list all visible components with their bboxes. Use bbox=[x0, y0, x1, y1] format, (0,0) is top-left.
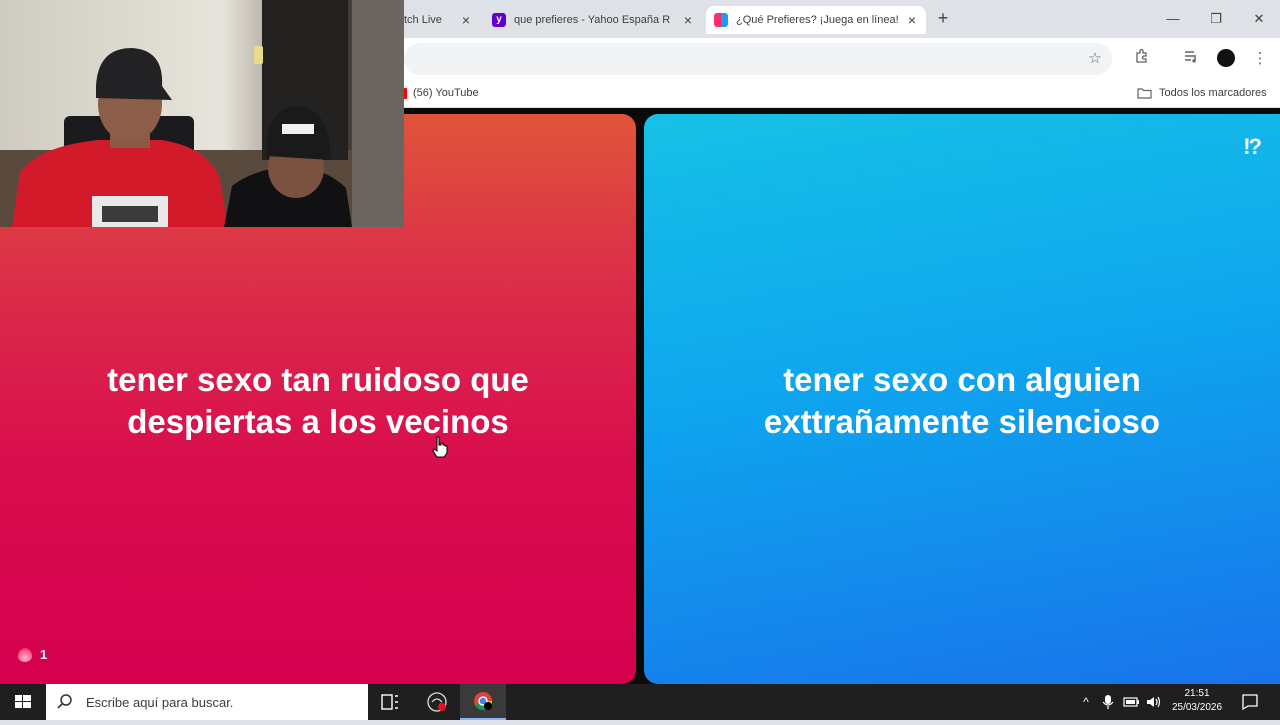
clock-date: 25/03/2026 bbox=[1171, 702, 1223, 713]
all-bookmarks-link[interactable]: Todos los marcadores bbox=[1159, 87, 1267, 99]
minimize-button[interactable]: — bbox=[1158, 8, 1188, 30]
taskbar-search-placeholder: Escribe aquí para buscar. bbox=[86, 694, 234, 710]
tab-close-icon[interactable]: × bbox=[458, 12, 474, 28]
tab-close-icon[interactable]: × bbox=[680, 12, 696, 28]
option-a-text: tener sexo tan ruidoso que despiertas a … bbox=[107, 361, 529, 440]
new-tab-button[interactable]: + bbox=[931, 8, 955, 30]
restore-button[interactable]: ❐ bbox=[1201, 8, 1231, 30]
bookmark-youtube[interactable]: (56) YouTube bbox=[413, 87, 479, 99]
battery-icon[interactable] bbox=[1122, 693, 1140, 711]
yahoo-icon: y bbox=[492, 13, 506, 27]
chrome-taskbar-button[interactable] bbox=[460, 684, 506, 720]
extensions-icon[interactable] bbox=[1131, 48, 1153, 70]
option-b-card[interactable]: !? tener sexo con alguien exttrañamente … bbox=[644, 114, 1280, 684]
site-logo[interactable]: !? bbox=[1243, 134, 1262, 160]
volume-icon[interactable] bbox=[1145, 693, 1163, 711]
flame-icon bbox=[18, 647, 32, 662]
folder-icon bbox=[1137, 87, 1152, 99]
profile-avatar[interactable] bbox=[1215, 48, 1237, 70]
menu-kebab-icon[interactable]: ⋮ bbox=[1249, 48, 1271, 70]
game-icon bbox=[714, 13, 728, 27]
tab-title: que prefieres - Yahoo España R bbox=[514, 14, 670, 26]
tab-yahoo-search[interactable]: y que prefieres - Yahoo España R × bbox=[484, 6, 702, 34]
notifications-icon[interactable] bbox=[1240, 692, 1260, 712]
tray-overflow-icon[interactable]: ^ bbox=[1078, 693, 1094, 711]
taskbar-search-box[interactable]: Escribe aquí para buscar. bbox=[46, 684, 368, 720]
windows-taskbar: Escribe aquí para buscar. ^ 21:51 25/03/… bbox=[0, 684, 1280, 720]
media-control-icon[interactable] bbox=[1180, 48, 1202, 70]
close-window-button[interactable]: ✕ bbox=[1244, 8, 1274, 30]
webcam-overlay bbox=[0, 0, 404, 227]
microphone-icon[interactable] bbox=[1100, 693, 1116, 711]
task-view-icon[interactable] bbox=[378, 692, 402, 712]
bookmark-star-icon[interactable]: ☆ bbox=[1084, 48, 1106, 70]
hand-cursor-icon bbox=[432, 436, 448, 458]
webcam-feed-image bbox=[0, 0, 404, 227]
tab-twitch[interactable]: tch Live × bbox=[404, 6, 480, 34]
tab-close-icon[interactable]: × bbox=[904, 12, 920, 28]
tab-title: tch Live bbox=[404, 14, 442, 26]
streak-counter: 1 bbox=[18, 647, 47, 662]
windows-start-button[interactable] bbox=[0, 684, 46, 720]
obs-recorder-icon[interactable] bbox=[426, 691, 448, 713]
clock-time: 21:51 bbox=[1184, 688, 1210, 699]
option-b-text: tener sexo con alguien exttrañamente sil… bbox=[763, 361, 1161, 440]
streak-count: 1 bbox=[40, 647, 48, 662]
search-icon bbox=[57, 694, 72, 709]
windows-logo-icon bbox=[15, 695, 31, 708]
address-bar[interactable] bbox=[404, 43, 1112, 75]
tab-que-prefieres[interactable]: ¿Qué Prefieres? ¡Juega en línea! × bbox=[706, 6, 926, 34]
taskbar-clock[interactable]: 21:51 25/03/2026 bbox=[1168, 687, 1226, 715]
tab-title: ¿Qué Prefieres? ¡Juega en línea! bbox=[736, 14, 899, 26]
chrome-icon bbox=[474, 692, 492, 711]
